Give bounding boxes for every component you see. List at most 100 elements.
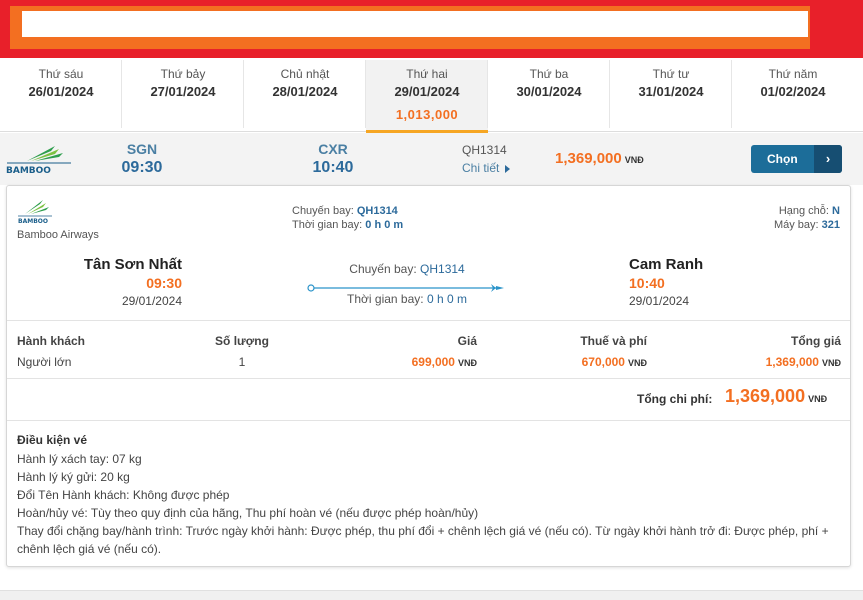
date-tab-dow: Chủ nhật	[280, 67, 330, 81]
bamboo-airways-logo: BAMBOO	[18, 200, 52, 225]
date-tab-date: 30/01/2024	[516, 84, 582, 99]
date-tab-5[interactable]: Thứ tư 31/01/2024	[610, 60, 732, 132]
select-button-label: Chọn	[767, 152, 798, 166]
logo-lettering: BAMBOO	[6, 166, 51, 176]
chevron-right-icon: ›	[814, 145, 842, 173]
flight-info-line: Chuyến bay: QH1314	[292, 205, 398, 217]
date-tab-4[interactable]: Thứ ba 30/01/2024	[488, 60, 610, 132]
date-tab-date: 27/01/2024	[150, 84, 216, 99]
banner-red-edge	[830, 0, 863, 58]
flight-price-value: 1,369,000	[555, 150, 622, 167]
currency-label: VNĐ	[808, 394, 828, 404]
flight-number: QH1314	[462, 143, 507, 157]
date-tab-6[interactable]: Thứ năm 01/02/2024	[732, 60, 854, 132]
destination-city: Cam Ranh	[629, 256, 704, 273]
fare-tax: 670,000 VNĐ	[547, 355, 647, 369]
logo-lettering: BAMBOO	[18, 218, 48, 225]
divider	[7, 320, 850, 321]
condition-line: Thay đổi chặng bay/hành trình: Trước ngà…	[17, 524, 829, 556]
route-flight-value: QH1314	[420, 262, 465, 276]
condition-line: Hành lý ký gửi: 20 kg	[17, 470, 130, 484]
date-tabs: Thứ sáu 26/01/2024 Thứ bảy 27/01/2024 Ch…	[0, 60, 863, 133]
class-info-line: Hạng chỗ: N	[779, 205, 840, 217]
detail-link-label: Chi tiết	[462, 161, 500, 175]
class-value: N	[832, 205, 840, 217]
col-header-passenger: Hành khách	[17, 334, 86, 348]
fare-tax-value: 670,000	[581, 355, 625, 369]
next-flight-row-edge	[0, 590, 863, 600]
bamboo-airways-logo: BAMBOO	[6, 146, 71, 176]
fare-total: 1,369,000 VNĐ	[711, 355, 841, 369]
origin-date: 29/01/2024	[121, 294, 182, 308]
passenger-type: Người lớn	[17, 355, 72, 369]
fare-price-value: 699,000	[411, 355, 455, 369]
currency-label: VNĐ	[627, 358, 647, 368]
origin-time: 09:30	[146, 275, 182, 291]
col-header-price: Giá	[457, 334, 477, 348]
flight-price: 1,369,000 VNĐ	[555, 150, 644, 167]
origin-code: SGN	[126, 141, 158, 157]
duration-value: 0 h 0 m	[365, 219, 404, 231]
date-tab-1[interactable]: Thứ bảy 27/01/2024	[122, 60, 244, 132]
route-duration-line: Thời gian bay: 0 h 0 m	[307, 292, 507, 306]
conditions-title: Điều kiện vé	[17, 433, 88, 447]
date-tab-dow: Thứ sáu	[38, 67, 84, 81]
divider	[7, 378, 850, 379]
date-tab-0[interactable]: Thứ sáu 26/01/2024	[0, 60, 122, 132]
passenger-quantity: 1	[238, 355, 246, 369]
airline-name: Bamboo Airways	[17, 229, 99, 241]
date-tab-dow: Thứ năm	[768, 67, 818, 81]
date-tab-3-selected[interactable]: Thứ hai 29/01/2024 1,013,000	[366, 60, 488, 133]
caret-right-icon	[505, 164, 511, 173]
date-tab-date: 01/02/2024	[760, 84, 826, 99]
origin-city: Tân Sơn Nhất	[83, 256, 182, 273]
condition-line: Hành lý xách tay: 07 kg	[17, 452, 142, 466]
route-duration-label: Thời gian bay:	[347, 292, 424, 306]
flight-detail-link[interactable]: Chi tiết	[462, 161, 511, 175]
date-tab-dow: Thứ bảy	[160, 67, 206, 81]
date-tab-date: 26/01/2024	[28, 84, 94, 99]
date-tab-date: 31/01/2024	[638, 84, 704, 99]
route-duration-value: 0 h 0 m	[426, 292, 467, 306]
fare-price: 699,000 VNĐ	[377, 355, 477, 369]
divider	[7, 420, 850, 421]
date-tab-dow: Thứ hai	[406, 67, 448, 81]
grand-total-value: 1,369,000	[725, 386, 806, 406]
top-banner	[0, 0, 863, 58]
flight-label: Chuyến bay:	[292, 205, 354, 217]
banner-white-band	[22, 11, 808, 37]
aircraft-info-line: Máy bay: 321	[774, 219, 840, 231]
arrival-time: 10:40	[312, 159, 354, 176]
col-header-total: Tổng giá	[791, 334, 841, 348]
grand-total: 1,369,000 VNĐ	[725, 386, 827, 407]
date-tab-dow: Thứ tư	[652, 67, 690, 81]
fare-total-value: 1,369,000	[765, 355, 819, 369]
grand-total-label: Tổng chi phí:	[637, 392, 713, 406]
col-header-quantity: Số lượng	[215, 334, 269, 348]
route-flight-line: Chuyến bay: QH1314	[307, 262, 507, 276]
condition-line: Hoàn/hủy vé: Tùy theo quy định của hãng,…	[17, 506, 479, 520]
destination-date: 29/01/2024	[629, 294, 690, 308]
class-label: Hạng chỗ:	[778, 205, 829, 217]
currency-label: VNĐ	[624, 155, 644, 165]
aircraft-label: Máy bay:	[773, 219, 819, 231]
destination-time: 10:40	[629, 275, 665, 291]
aircraft-value: 321	[821, 219, 840, 231]
flight-summary-row[interactable]: BAMBOO SGN 09:30 CXR 10:40 QH1314 Chi ti…	[0, 133, 863, 185]
flight-detail-panel: BAMBOO Bamboo Airways Chuyến bay: QH1314…	[6, 185, 851, 567]
duration-label: Thời gian bay:	[292, 219, 363, 231]
date-tab-price: 1,013,000	[395, 107, 459, 122]
departure-time: 09:30	[121, 159, 163, 176]
col-header-tax: Thuế và phí	[580, 334, 647, 348]
route-flight-label: Chuyến bay:	[349, 262, 417, 276]
currency-label: VNĐ	[457, 358, 477, 368]
duration-info-line: Thời gian bay: 0 h 0 m	[292, 219, 403, 231]
date-tab-2[interactable]: Chủ nhật 28/01/2024	[244, 60, 366, 132]
flight-value: QH1314	[356, 205, 398, 217]
date-tab-dow: Thứ ba	[529, 67, 569, 81]
date-tab-date: 29/01/2024	[394, 84, 460, 99]
condition-line: Đổi Tên Hành khách: Không được phép	[17, 488, 230, 502]
destination-code: CXR	[318, 141, 348, 157]
currency-label: VNĐ	[821, 358, 841, 368]
select-flight-button[interactable]: Chọn ›	[751, 145, 842, 173]
